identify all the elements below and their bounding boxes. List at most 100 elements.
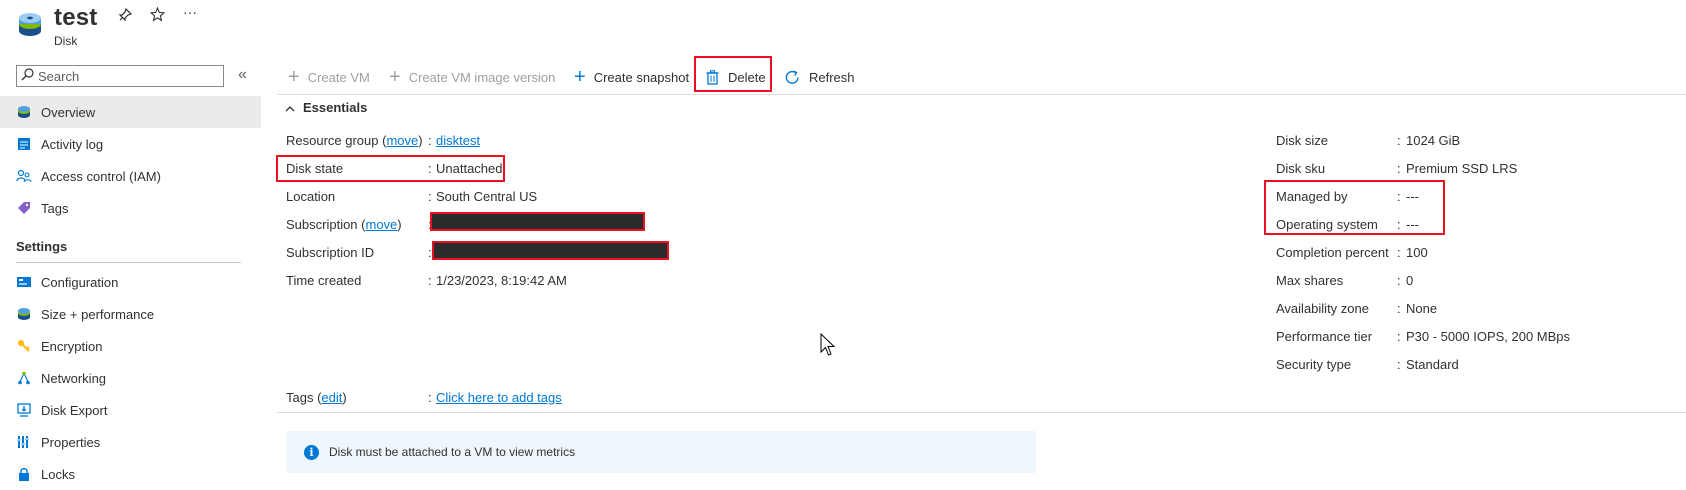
- performance-tier-label: Performance tier: [1276, 329, 1373, 344]
- resource-group-label-row: Resource group (move): [286, 133, 423, 148]
- star-icon[interactable]: [149, 6, 166, 26]
- performance-tier-value: P30 - 5000 IOPS, 200 MBps: [1406, 329, 1571, 344]
- sidebar-item-properties[interactable]: Properties: [0, 426, 261, 458]
- tags-edit-link[interactable]: edit: [321, 390, 342, 405]
- sidebar-item-tags[interactable]: Tags: [0, 192, 261, 224]
- sidebar-item-label: Locks: [41, 466, 75, 482]
- colon: :: [1397, 273, 1401, 288]
- colon: :: [428, 161, 432, 176]
- managed-by-value: ---: [1406, 189, 1419, 204]
- colon: :: [1397, 161, 1401, 176]
- networking-icon: [16, 370, 32, 386]
- sidebar-item-label: Networking: [41, 370, 107, 386]
- trash-icon: [706, 69, 719, 85]
- page-subtitle: Disk: [54, 34, 78, 48]
- managed-by-label: Managed by: [1276, 189, 1348, 204]
- location-value: South Central US: [436, 189, 538, 204]
- plus-icon: +: [574, 66, 586, 88]
- colon: :: [428, 133, 432, 148]
- disk-resource-icon: [17, 12, 43, 38]
- refresh-button[interactable]: Refresh: [784, 66, 855, 88]
- sidebar-item-activity-log[interactable]: Activity log: [0, 128, 261, 160]
- availability-zone-label: Availability zone: [1276, 301, 1369, 316]
- toolbar-divider: [277, 94, 1686, 95]
- collapse-sidebar-icon[interactable]: «: [238, 66, 247, 84]
- more-options-button[interactable]: ···: [183, 4, 197, 20]
- max-shares-value: 0: [1406, 273, 1414, 288]
- sidebar-item-locks[interactable]: Locks: [0, 458, 261, 490]
- chevron-up-icon: [285, 101, 295, 115]
- mouse-cursor-icon: [820, 332, 836, 360]
- sidebar-item-networking[interactable]: Networking: [0, 362, 261, 394]
- sidebar-item-overview[interactable]: Overview: [0, 96, 261, 128]
- colon: :: [1397, 329, 1401, 344]
- export-icon: [16, 402, 32, 418]
- tags-label-row: Tags (edit): [286, 390, 347, 405]
- sidebar-item-label: Configuration: [41, 274, 119, 290]
- disk-sku-value: Premium SSD LRS: [1406, 161, 1518, 176]
- search-input[interactable]: [34, 68, 218, 84]
- search-field[interactable]: [16, 65, 224, 87]
- sidebar-item-disk-export[interactable]: Disk Export: [0, 394, 261, 426]
- info-icon: i: [304, 444, 319, 460]
- sidebar-item-access-control[interactable]: Access control (IAM): [0, 160, 261, 192]
- settings-section-header: Settings: [16, 239, 68, 254]
- disk-state-label: Disk state: [286, 161, 344, 176]
- sidebar-item-label: Size + performance: [41, 306, 155, 322]
- disk-size-label: Disk size: [1276, 133, 1329, 148]
- sidebar-item-size-performance[interactable]: Size + performance: [0, 298, 261, 330]
- key-icon: [16, 338, 32, 354]
- colon: :: [1397, 133, 1401, 148]
- operating-system-value: ---: [1406, 217, 1419, 232]
- create-vm-button[interactable]: + Create VM: [288, 66, 370, 88]
- page-title: test: [54, 4, 98, 31]
- tags-label: Tags: [286, 390, 314, 405]
- sidebar-item-label: Encryption: [41, 338, 103, 354]
- resource-group-link[interactable]: disktest: [436, 133, 480, 148]
- lock-icon: [16, 466, 32, 482]
- subscription-move-link[interactable]: move: [366, 217, 398, 232]
- disk-sku-label: Disk sku: [1276, 161, 1326, 176]
- pin-icon[interactable]: [118, 7, 133, 26]
- disk-state-value: Unattached: [436, 161, 503, 176]
- security-type-value: Standard: [1406, 357, 1459, 372]
- subscription-label: Subscription: [286, 217, 358, 232]
- colon: :: [1397, 357, 1401, 372]
- plus-icon: +: [288, 66, 300, 88]
- delete-label: Delete: [728, 69, 766, 85]
- colon: :: [428, 189, 432, 204]
- completion-percent-value: 100: [1406, 245, 1428, 260]
- time-created-value: 1/23/2023, 8:19:42 AM: [436, 273, 567, 288]
- create-vm-image-version-label: Create VM image version: [408, 69, 556, 85]
- disk-icon: [16, 306, 32, 322]
- add-tags-link[interactable]: Click here to add tags: [436, 390, 562, 405]
- sidebar-item-label: Tags: [41, 200, 69, 216]
- create-vm-image-version-button[interactable]: + Create VM image version: [389, 66, 555, 88]
- essentials-toggle[interactable]: Essentials: [285, 100, 367, 115]
- delete-button[interactable]: Delete: [706, 66, 766, 88]
- essentials-title: Essentials: [303, 100, 368, 115]
- disk-icon: [16, 104, 32, 120]
- essentials-divider: [277, 412, 1686, 413]
- create-snapshot-button[interactable]: + Create snapshot: [574, 66, 689, 88]
- plus-icon: +: [389, 66, 401, 88]
- colon: :: [428, 390, 432, 405]
- metrics-info-banner: i Disk must be attached to a VM to view …: [286, 431, 1036, 473]
- colon: :: [1397, 217, 1401, 232]
- sidebar-item-label: Overview: [41, 104, 96, 120]
- resource-group-move-link[interactable]: move: [386, 133, 418, 148]
- max-shares-label: Max shares: [1276, 273, 1344, 288]
- sidebar-item-configuration[interactable]: Configuration: [0, 266, 261, 298]
- colon: :: [1397, 189, 1401, 204]
- subscription-label-row: Subscription (move): [286, 217, 402, 232]
- sidebar-item-label: Access control (IAM): [41, 168, 161, 184]
- settings-divider: [16, 262, 241, 263]
- sidebar-item-label: Activity log: [41, 136, 104, 152]
- availability-zone-value: None: [1406, 301, 1438, 316]
- subscription-id-redacted-value: [432, 241, 669, 260]
- subscription-id-label: Subscription ID: [286, 245, 375, 260]
- activity-log-icon: [16, 136, 32, 152]
- sidebar-item-encryption[interactable]: Encryption: [0, 330, 261, 362]
- time-created-label: Time created: [286, 273, 362, 288]
- create-vm-label: Create VM: [307, 69, 370, 85]
